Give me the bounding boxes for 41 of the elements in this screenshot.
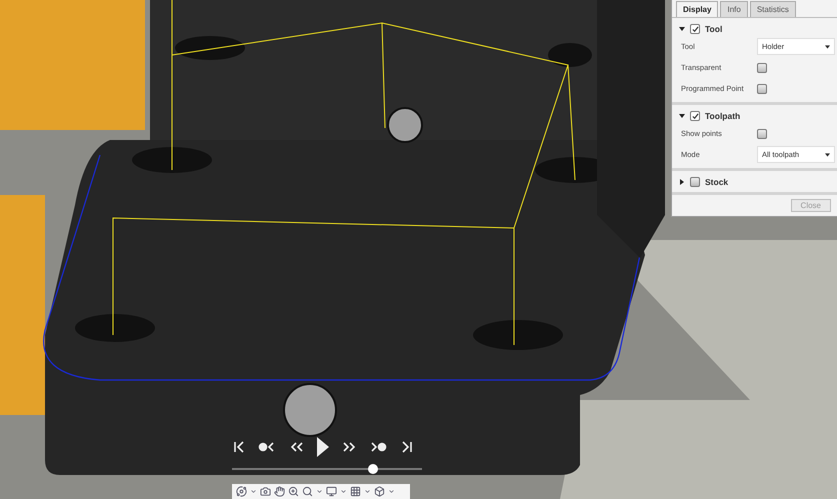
caret-icon xyxy=(825,44,830,48)
monitor-icon[interactable] xyxy=(326,486,337,497)
section-checkbox[interactable] xyxy=(690,24,700,34)
section-checkbox[interactable] xyxy=(690,111,700,121)
caret-icon[interactable] xyxy=(388,488,395,495)
panel-tab[interactable]: Statistics xyxy=(750,1,796,17)
caret-icon xyxy=(825,152,830,156)
camera-icon[interactable] xyxy=(260,486,271,497)
section-checkbox[interactable] xyxy=(690,177,700,187)
rewind-icon[interactable] xyxy=(288,440,304,454)
section-title: Toolpath xyxy=(705,111,740,121)
section-title: Tool xyxy=(705,24,722,34)
expand-icon[interactable] xyxy=(679,179,685,185)
cube-icon[interactable] xyxy=(374,486,385,497)
orbit-icon[interactable] xyxy=(236,486,247,497)
skip-to-start-icon[interactable] xyxy=(232,440,246,454)
section-title: Stock xyxy=(705,177,728,187)
zoom-icon[interactable] xyxy=(288,486,299,497)
caret-icon[interactable] xyxy=(250,488,257,495)
pan-icon[interactable] xyxy=(274,486,285,497)
play-icon[interactable] xyxy=(316,436,330,458)
panel-tab[interactable]: Display xyxy=(676,1,718,17)
collapse-icon[interactable] xyxy=(679,113,685,119)
caret-icon[interactable] xyxy=(364,488,371,495)
bolt-hole xyxy=(548,43,592,67)
grid-icon[interactable] xyxy=(350,486,361,497)
option-checkbox[interactable] xyxy=(757,62,767,72)
option-checkbox[interactable] xyxy=(757,84,767,94)
search-icon[interactable] xyxy=(302,486,313,497)
caret-icon[interactable] xyxy=(340,488,347,495)
collapse-icon[interactable] xyxy=(679,26,685,32)
panel-tab[interactable]: Info xyxy=(720,1,748,17)
fast-forward-icon[interactable] xyxy=(342,440,358,454)
skip-to-end-icon[interactable] xyxy=(400,440,414,454)
bolt-hole xyxy=(175,36,245,60)
threaded-hole xyxy=(283,383,337,437)
option-checkbox[interactable] xyxy=(757,128,767,138)
threaded-hole xyxy=(387,107,423,143)
caret-icon[interactable] xyxy=(316,488,323,495)
next-keyframe-icon[interactable] xyxy=(370,440,388,454)
previous-keyframe-icon[interactable] xyxy=(258,440,276,454)
